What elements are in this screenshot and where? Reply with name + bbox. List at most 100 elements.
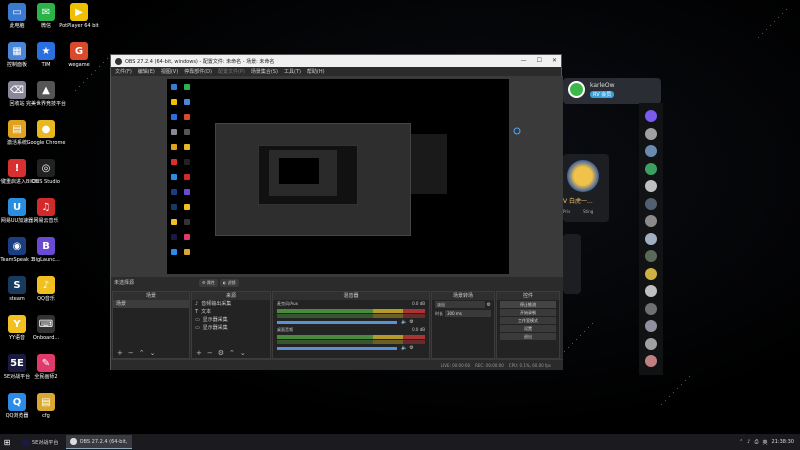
app-icon: ✉ [37, 3, 55, 21]
properties-button[interactable]: ⚙ 属性 [199, 279, 218, 287]
desktop-icon[interactable]: ● Google Chrome [27, 120, 65, 146]
desktop-icon[interactable]: ▶ PotPlayer 64 bit [59, 3, 99, 29]
rail-avatar[interactable] [645, 355, 657, 367]
volume-slider[interactable] [277, 320, 397, 324]
settings-button[interactable]: 设置 [500, 325, 556, 332]
gear-icon[interactable]: ⚙ [409, 319, 413, 325]
menu-view[interactable]: 视图(V) [161, 68, 178, 75]
rail-avatar[interactable] [645, 127, 657, 140]
filters-label: 滤镜 [227, 280, 236, 285]
rail-avatar[interactable] [645, 180, 657, 192]
network-icon[interactable]: ⎙ [755, 439, 759, 445]
ime-indicator[interactable]: 英 [763, 439, 768, 446]
source-item[interactable]: ▭ 显示器采集 [192, 324, 270, 332]
add-source-icon[interactable]: + [196, 349, 202, 357]
taskbar-item-obs[interactable]: OBS 27.2.4 (64-bit, ... [66, 435, 133, 449]
start-button[interactable]: ⊞ [0, 434, 14, 450]
menu-edit[interactable]: 编辑(E) [138, 68, 155, 75]
rail-avatar[interactable] [645, 197, 657, 210]
star [669, 396, 670, 397]
nested-desktop-icon [171, 99, 177, 105]
obs-preview-canvas[interactable] [111, 76, 563, 277]
app-icon: ▤ [37, 393, 55, 411]
move-down-icon[interactable]: ⌄ [150, 349, 156, 357]
rail-avatar[interactable] [645, 337, 657, 350]
studio-mode-button[interactable]: 工作室模式 [500, 317, 556, 324]
minimize-icon[interactable]: — [521, 57, 527, 64]
star [685, 380, 686, 381]
rail-avatar[interactable] [645, 302, 657, 315]
menu-scene-collection[interactable]: 场景集合(S) [251, 68, 278, 75]
rail-avatar[interactable] [645, 110, 657, 122]
obs-titlebar[interactable]: OBS 27.2.4 (64-bit, windows) - 配置文件: 未命名… [111, 55, 561, 67]
menu-file[interactable]: 文件(F) [115, 68, 132, 75]
source-item[interactable]: ▭ 显示器采集 [192, 316, 270, 324]
menu-help[interactable]: 帮助(H) [307, 68, 325, 75]
nested-desktop-icon [184, 114, 190, 120]
speaker-icon[interactable]: 🔈 [401, 319, 407, 325]
obs-window[interactable]: OBS 27.2.4 (64-bit, windows) - 配置文件: 未命名… [110, 54, 563, 370]
volume-icon[interactable]: ♪ [747, 439, 750, 445]
stop-streaming-button[interactable]: 停止推流 [500, 301, 556, 308]
nested-desktop-icon [171, 249, 177, 255]
rail-avatar[interactable] [645, 232, 657, 245]
speaker-icon[interactable]: 🔈 [401, 345, 407, 351]
gear-icon[interactable]: ⚙ [487, 302, 491, 308]
level-badge-text: RV [593, 92, 600, 98]
rail-avatar[interactable] [645, 250, 657, 262]
volume-meter [277, 309, 425, 313]
chat-member-card-2[interactable] [563, 234, 581, 294]
nested-desktop-icon [171, 219, 177, 225]
transition-select[interactable]: 淡出 [435, 301, 485, 308]
volume-slider[interactable] [277, 346, 397, 350]
desktop-icon[interactable]: ▲ 完美世界竞技平台 [26, 81, 66, 107]
desktop-icon[interactable]: ⌨ Onboard... [27, 315, 65, 341]
start-recording-button[interactable]: 开始录制 [500, 309, 556, 316]
rail-avatar[interactable] [645, 145, 657, 157]
move-up-icon[interactable]: ⌃ [229, 349, 235, 357]
source-item-label: 显示器采集 [202, 325, 228, 331]
menu-tools[interactable]: 工具(T) [284, 68, 301, 75]
monitor-icon: ▭ [195, 317, 200, 323]
rail-avatar[interactable] [645, 285, 657, 297]
desktop-icon[interactable]: ▤ cfg [27, 393, 65, 419]
desktop-icon[interactable]: Gwegame [60, 42, 98, 68]
member-avatar[interactable] [567, 160, 599, 192]
remove-source-icon[interactable]: − [207, 349, 213, 357]
filters-button[interactable]: ◐ 滤镜 [219, 279, 239, 287]
taskbar-item-5e[interactable]: 5E对战平台 [18, 435, 62, 449]
close-icon[interactable]: ✕ [552, 57, 557, 64]
source-item[interactable]: T 文本 [192, 308, 270, 316]
tray-overflow-icon[interactable]: ⌃ [739, 439, 743, 445]
star [778, 17, 779, 18]
menu-docks[interactable]: 停靠部件(D) [184, 68, 212, 75]
desktop-icon[interactable]: ♪ QQ音乐 [27, 276, 65, 302]
maximize-icon[interactable]: ☐ [537, 57, 542, 64]
scene-item[interactable]: 场景 [113, 300, 189, 308]
remove-scene-icon[interactable]: − [128, 349, 134, 357]
source-item[interactable]: ♪ 音频输出采集 [192, 300, 270, 308]
duration-input[interactable]: 300 ms [445, 310, 491, 317]
desktop-icon[interactable]: B BigLaunc... [27, 237, 65, 263]
gear-icon[interactable]: ⚙ [409, 345, 413, 351]
desktop-icon-label: Google Chrome [26, 140, 66, 146]
desktop-icon[interactable]: ◎ OBS Studio [27, 159, 65, 185]
desktop-icon[interactable]: ♫ 网易云音乐 [27, 198, 65, 224]
obs-menubar: 文件(F) 编辑(E) 视图(V) 停靠部件(D) 配置文件(P) 场景集合(S… [111, 67, 561, 76]
rail-avatar[interactable] [645, 162, 657, 175]
menu-profile[interactable]: 配置文件(P) [218, 68, 245, 75]
rail-avatar[interactable] [645, 215, 657, 227]
exit-button[interactable]: 退出 [500, 333, 556, 340]
user-avatar[interactable] [568, 81, 585, 98]
desktop-icon[interactable]: ✎ 全民画师2 [27, 354, 65, 380]
move-down-icon[interactable]: ⌄ [240, 349, 246, 357]
move-up-icon[interactable]: ⌃ [139, 349, 145, 357]
rail-avatar[interactable] [645, 320, 657, 332]
live-status: LIVE: 00:00:00 [440, 362, 471, 368]
add-scene-icon[interactable]: + [117, 349, 123, 357]
transition-type-row: 淡出 ⚙ [432, 300, 494, 309]
rail-avatar[interactable] [645, 267, 657, 280]
scenes-footer: + − ⌃ ⌄ [113, 348, 189, 358]
clock[interactable]: 21:38:30 [772, 439, 794, 445]
source-settings-icon[interactable]: ⚙ [218, 349, 224, 357]
